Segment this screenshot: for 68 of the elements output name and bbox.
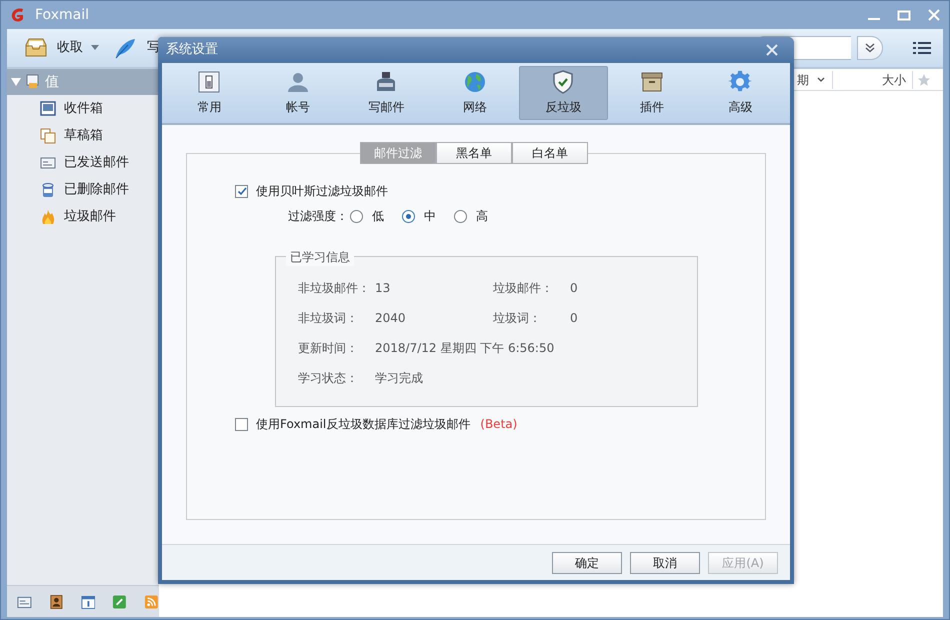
close-icon[interactable] — [766, 44, 778, 56]
contacts-icon[interactable] — [48, 594, 64, 610]
sort-caret-icon — [817, 76, 825, 82]
tray-icon — [23, 37, 49, 59]
rss-icon[interactable] — [144, 594, 159, 610]
info-label: 学习状态： — [298, 370, 359, 387]
settings-tab[interactable]: 常用 — [165, 66, 254, 120]
drafts-icon — [40, 128, 56, 144]
info-label: 非垃圾邮件： — [298, 280, 371, 297]
receive-button[interactable]: 收取 — [19, 35, 103, 61]
globe-icon — [462, 70, 487, 94]
beta-tag: (Beta) — [480, 415, 518, 433]
sub-tab[interactable]: 白名单 — [512, 142, 588, 164]
sent-icon — [40, 154, 56, 170]
info-value: 0 — [570, 280, 579, 297]
group-title: 已学习信息 — [286, 248, 354, 266]
info-value: 学习完成 — [375, 370, 423, 387]
settings-tab[interactable]: 插件 — [608, 66, 696, 120]
info-value: 0 — [570, 310, 579, 327]
info-label: 垃圾词： — [493, 310, 542, 327]
calendar-icon[interactable] — [80, 594, 96, 610]
caret-icon — [91, 45, 99, 51]
folder-item[interactable]: 已发送邮件 — [7, 149, 159, 176]
dialog-title: 系统设置 — [166, 41, 218, 60]
dialog-button[interactable]: 确定 — [552, 552, 622, 574]
list-view-icon[interactable] — [913, 41, 931, 55]
info-label: 更新时间： — [298, 340, 359, 357]
column-header[interactable]: 大小 — [833, 70, 913, 88]
double-chevron-icon — [865, 43, 875, 53]
radio-label: 高 — [476, 208, 488, 225]
star-icon[interactable] — [917, 72, 931, 86]
info-value: 2040 — [375, 310, 407, 327]
checkbox-label: 使用贝叶斯过滤垃圾邮件 — [256, 183, 388, 200]
flame-icon — [40, 208, 56, 224]
radio-button[interactable] — [454, 210, 467, 222]
switch-icon — [197, 70, 222, 94]
expanded-arrow-icon — [11, 78, 21, 86]
box-icon — [640, 70, 664, 94]
inbox-icon — [40, 100, 56, 116]
trash-can-icon — [40, 182, 56, 198]
note-icon[interactable] — [112, 594, 128, 610]
maximize-icon[interactable] — [897, 8, 911, 22]
account-icon — [25, 74, 41, 90]
checkbox[interactable] — [235, 418, 248, 430]
person-icon — [286, 70, 310, 94]
settings-tab[interactable]: 反垃圾 — [519, 66, 608, 120]
settings-tab[interactable]: 写邮件 — [342, 66, 430, 120]
info-value: 2018/7/12 星期四 下午 6:56:50 — [375, 340, 554, 357]
radio-button[interactable] — [350, 210, 363, 222]
column-header[interactable]: 期 — [797, 70, 833, 88]
info-value: 13 — [375, 280, 392, 297]
settings-tab[interactable]: 网络 — [430, 66, 519, 120]
settings-tab[interactable]: 高级 — [696, 66, 784, 120]
radio-label: 低 — [372, 208, 384, 225]
shield-check-icon — [551, 70, 576, 94]
settings-tab[interactable]: 帐号 — [254, 66, 342, 120]
dialog-button[interactable]: 取消 — [630, 552, 700, 574]
radio-label: 中 — [424, 208, 436, 225]
window-title: Foxmail — [35, 6, 89, 24]
settings-icon — [728, 70, 752, 94]
search-options-button[interactable] — [857, 36, 883, 60]
option-label: 过滤强度： — [288, 208, 348, 225]
info-label: 垃圾邮件： — [493, 280, 554, 297]
sub-tab[interactable]: 黑名单 — [436, 142, 512, 164]
info-label: 非垃圾词： — [298, 310, 359, 327]
checkbox-label: 使用Foxmail反垃圾数据库过滤垃圾邮件 — [256, 416, 470, 433]
radio-button[interactable] — [402, 210, 415, 222]
checkbox[interactable] — [235, 184, 248, 198]
